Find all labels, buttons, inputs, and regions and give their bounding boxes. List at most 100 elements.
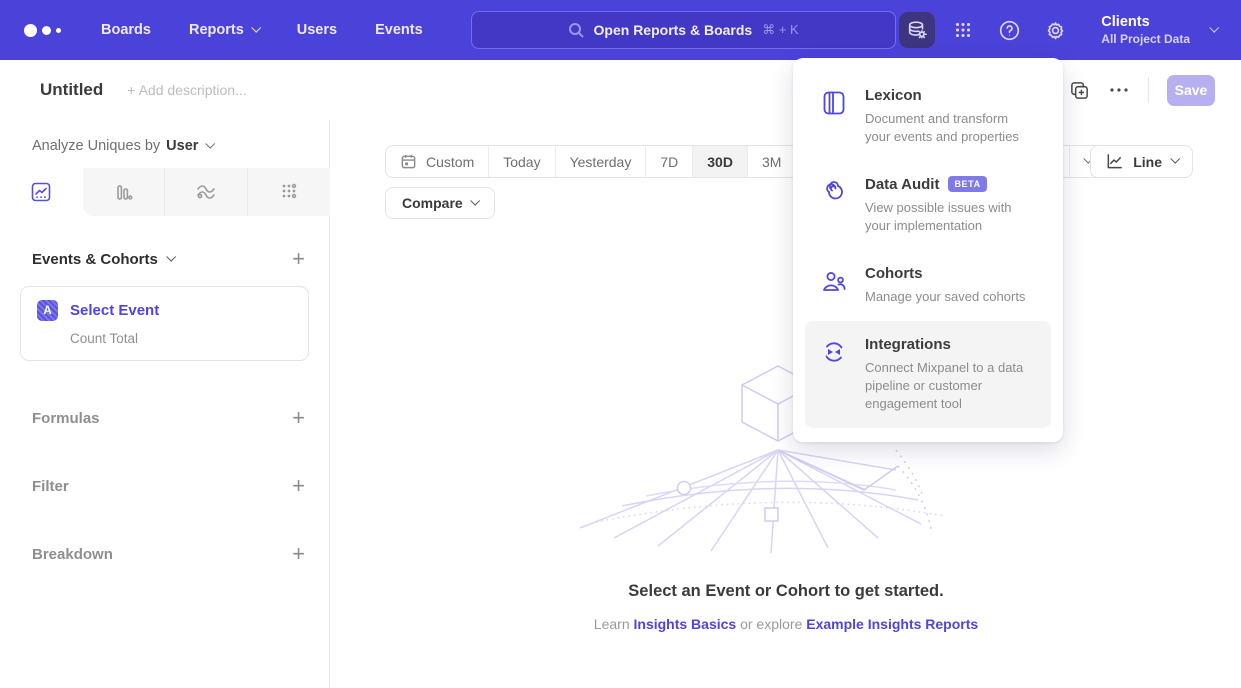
tab-line-chart[interactable] (0, 168, 83, 216)
data-audit-icon (820, 178, 848, 206)
more-options-button[interactable] (1108, 79, 1130, 101)
data-management-button[interactable] (899, 12, 935, 48)
date-range-today[interactable]: Today (488, 146, 554, 177)
cohorts-users-icon (820, 267, 848, 295)
integrations-sync-icon (820, 338, 848, 366)
date-range-custom[interactable]: Custom (386, 146, 488, 177)
gear-icon (1044, 19, 1067, 42)
duplicate-button[interactable] (1069, 80, 1090, 101)
nav-reports[interactable]: Reports (189, 22, 259, 38)
menu-item-cohorts[interactable]: Cohorts Manage your saved cohorts (805, 250, 1051, 321)
formulas-section: Formulas + (0, 407, 329, 429)
chevron-down-icon (1209, 22, 1219, 32)
tab-bar-chart[interactable] (83, 168, 165, 216)
chevron-down-icon (206, 138, 216, 148)
report-title[interactable]: Untitled (40, 80, 103, 100)
add-event-button[interactable]: + (292, 248, 305, 270)
grid-dots-icon (952, 19, 974, 41)
help-button[interactable] (991, 12, 1027, 48)
add-filter-button[interactable]: + (292, 475, 305, 497)
menu-item-data-audit[interactable]: Data Audit BETA View possible issues wit… (805, 161, 1051, 250)
date-range-custom-label: Custom (426, 154, 474, 170)
save-button[interactable]: Save (1167, 75, 1215, 106)
flow-icon (194, 180, 218, 204)
chart-type-dropdown[interactable]: Line (1090, 145, 1193, 178)
chart-type-tabs (0, 168, 330, 216)
menu-item-lexicon[interactable]: Lexicon Document and transform your even… (805, 72, 1051, 161)
event-aggregation[interactable]: Count Total (70, 331, 292, 346)
empty-state: Select an Event or Cohort to get started… (331, 358, 1241, 632)
line-chart-icon (29, 180, 53, 204)
empty-state-title: Select an Event or Cohort to get started… (628, 582, 943, 601)
example-insights-reports-link[interactable]: Example Insights Reports (806, 616, 978, 632)
primary-nav: Boards Reports Users Events (101, 22, 423, 38)
menu-item-title: Cohorts (865, 265, 923, 282)
menu-item-title: Integrations (865, 336, 951, 353)
apps-grid-button[interactable] (945, 12, 981, 48)
events-cohorts-toggle[interactable]: Events & Cohorts (32, 251, 174, 268)
add-description[interactable]: + Add description... (127, 82, 246, 98)
report-canvas: Custom Today Yesterday 7D 30D 3M 6M Comp… (331, 120, 1241, 688)
compare-label: Compare (402, 195, 463, 211)
empty-state-subtitle: Learn Insights Basics or explore Example… (594, 616, 978, 632)
chart-type-value: Line (1133, 154, 1162, 170)
project-scope: All Project Data (1101, 32, 1190, 46)
data-management-menu: Lexicon Document and transform your even… (793, 58, 1063, 442)
copy-icon (1069, 80, 1090, 101)
menu-item-title: Data Audit (865, 176, 939, 193)
analyze-unit-dropdown[interactable]: User (166, 138, 213, 154)
metric-grid-icon (277, 180, 301, 204)
chevron-down-icon (1170, 154, 1180, 164)
analyze-label: Analyze Uniques by (32, 138, 160, 154)
formulas-label: Formulas (32, 410, 100, 427)
analyze-unit-value: User (166, 138, 198, 154)
project-name: Clients (1101, 14, 1190, 30)
menu-item-integrations[interactable]: Integrations Connect Mixpanel to a data … (805, 321, 1051, 428)
calendar-icon (400, 153, 417, 170)
date-range-yesterday[interactable]: Yesterday (555, 146, 646, 177)
database-gear-icon (906, 19, 928, 41)
project-selector[interactable]: Clients All Project Data (1101, 14, 1217, 46)
query-builder-sidebar: Analyze Uniques by User (0, 120, 330, 688)
date-range-3m[interactable]: 3M (747, 146, 795, 177)
tab-flow-chart[interactable] (164, 168, 247, 216)
events-cohorts-label: Events & Cohorts (32, 251, 158, 268)
nav-events[interactable]: Events (375, 22, 423, 38)
events-cohorts-header: Events & Cohorts + (0, 216, 329, 270)
menu-item-description: Document and transform your events and p… (865, 110, 1033, 146)
learn-prefix: Learn (594, 616, 630, 632)
chevron-down-icon (251, 22, 261, 32)
select-event-button[interactable]: Select Event (70, 302, 159, 319)
add-formula-button[interactable]: + (292, 407, 305, 429)
lexicon-book-icon (820, 89, 848, 117)
search-placeholder: Open Reports & Boards (594, 22, 753, 38)
settings-button[interactable] (1037, 12, 1073, 48)
menu-item-title: Lexicon (865, 87, 922, 104)
menu-item-description: View possible issues with your implement… (865, 199, 1033, 235)
compare-button[interactable]: Compare (385, 187, 495, 219)
filter-section: Filter + (0, 475, 329, 497)
analyze-row: Analyze Uniques by User (0, 120, 329, 168)
ellipsis-icon (1108, 79, 1130, 101)
search-icon (568, 22, 584, 38)
nav-users[interactable]: Users (297, 22, 337, 38)
or-explore-text: or explore (740, 616, 802, 632)
nav-right-cluster: Clients All Project Data (899, 12, 1217, 48)
chevron-down-icon (166, 251, 176, 261)
insights-basics-link[interactable]: Insights Basics (634, 616, 737, 632)
date-range-30d[interactable]: 30D (692, 146, 747, 177)
divider (1148, 77, 1149, 103)
beta-badge: BETA (948, 176, 986, 192)
top-nav: Boards Reports Users Events Open Reports… (0, 0, 1241, 60)
add-breakdown-button[interactable]: + (292, 543, 305, 565)
nav-reports-label: Reports (189, 22, 244, 38)
date-range-7d[interactable]: 7D (645, 146, 692, 177)
line-chart-icon (1105, 152, 1124, 171)
bar-chart-icon (111, 180, 135, 204)
tab-metric-chart[interactable] (247, 168, 330, 216)
global-search-input[interactable]: Open Reports & Boards ⌘ + K (471, 11, 896, 49)
nav-boards[interactable]: Boards (101, 22, 151, 38)
breakdown-label: Breakdown (32, 546, 113, 563)
mixpanel-logo-icon[interactable] (24, 24, 61, 37)
event-row-card[interactable]: A Select Event Count Total (20, 286, 309, 361)
